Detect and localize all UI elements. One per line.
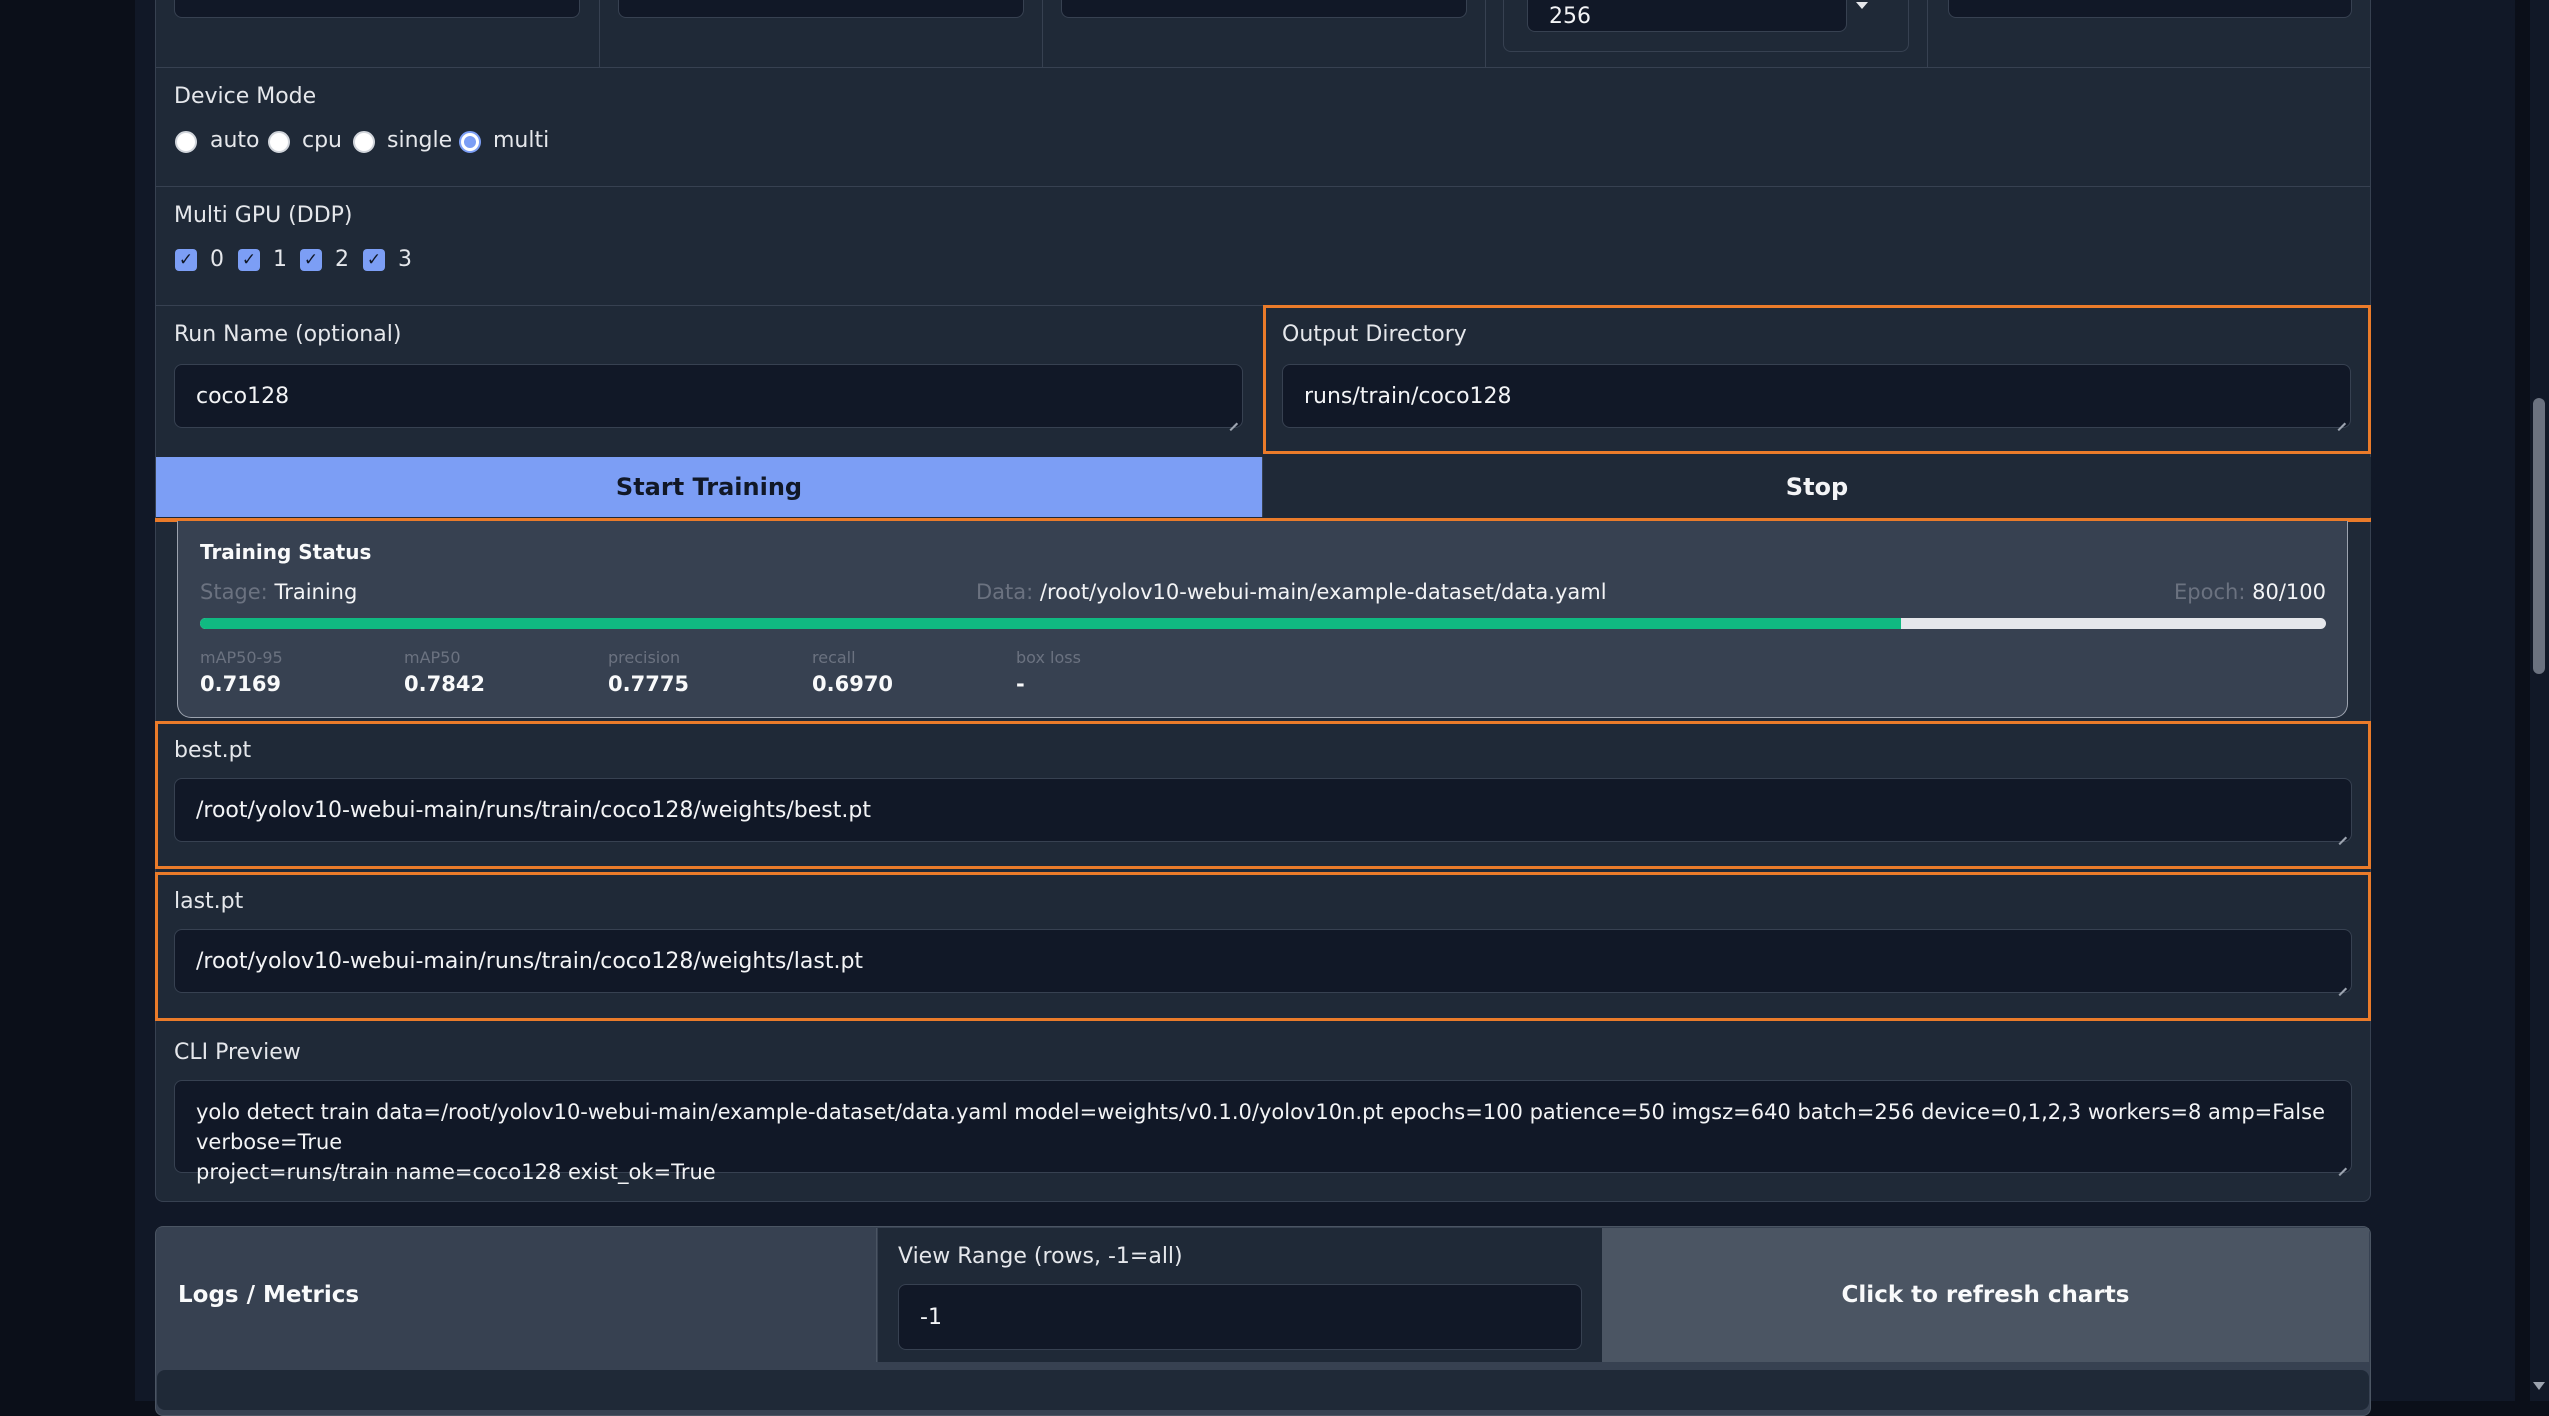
resize-handle-icon[interactable] [2337, 979, 2347, 989]
run-name-input[interactable]: coco128 [174, 364, 1243, 428]
metric-value: - [1016, 672, 1025, 696]
stage-label: Stage: [200, 580, 268, 604]
last-pt-input[interactable]: /root/yolov10-webui-main/runs/train/coco… [174, 929, 2352, 993]
radio-multi[interactable] [459, 131, 481, 153]
col-divider [1042, 0, 1043, 67]
gpu-2-checkbox[interactable]: ✓ [300, 249, 322, 271]
resize-handle-icon[interactable] [1228, 414, 1238, 424]
stop-button[interactable]: Stop [1262, 457, 2371, 517]
col-divider [1927, 0, 1928, 67]
view-range-value: -1 [920, 1304, 942, 1330]
gpu-1-checkbox[interactable]: ✓ [238, 249, 260, 271]
progress-fill [200, 618, 1901, 629]
training-status-title: Training Status [200, 540, 372, 564]
gpu-3-checkbox[interactable]: ✓ [363, 249, 385, 271]
refresh-charts-button[interactable]: Click to refresh charts [1602, 1228, 2369, 1362]
view-range-input[interactable]: -1 [898, 1284, 1582, 1350]
resize-handle-icon[interactable] [2336, 414, 2346, 424]
scrollbar-thumb[interactable] [2533, 398, 2545, 674]
last-pt-label: last.pt [174, 889, 244, 914]
metric-label: recall [812, 648, 856, 667]
metric-label: box loss [1016, 648, 1081, 667]
radio-auto-label: auto [210, 128, 260, 153]
radio-single-label: single [387, 128, 453, 153]
last-pt-value: /root/yolov10-webui-main/runs/train/coco… [196, 948, 864, 974]
data-value: /root/yolov10-webui-main/example-dataset… [1039, 580, 1607, 604]
epoch-value: 80/100 [2252, 580, 2326, 604]
best-pt-value: /root/yolov10-webui-main/runs/train/coco… [196, 797, 871, 823]
output-directory-label: Output Directory [1282, 322, 1467, 347]
metric-value: 0.7842 [404, 672, 486, 696]
gpu-1-label: 1 [273, 247, 287, 272]
cli-preview-line: project=runs/train name=coco128 exist_ok… [196, 1160, 716, 1184]
epoch-label: Epoch: [2174, 580, 2246, 604]
data-row: Data: /root/yolov10-webui-main/example-d… [976, 580, 1607, 604]
divider [155, 67, 2371, 68]
metric-label: precision [608, 648, 681, 667]
logs-title-cell: Logs / Metrics [157, 1228, 877, 1362]
epoch-row: Epoch: 80/100 [2174, 580, 2326, 604]
run-name-value: coco128 [196, 383, 290, 409]
metric-value: 0.7775 [608, 672, 690, 696]
view-range-label: View Range (rows, -1=all) [898, 1244, 1183, 1269]
resize-handle-icon[interactable] [2337, 828, 2347, 838]
cli-preview-line: yolo detect train data=/root/yolov10-web… [196, 1100, 2325, 1154]
batch-dropdown[interactable]: 256 [1527, 0, 1847, 32]
divider [155, 186, 2371, 187]
best-pt-label: best.pt [174, 738, 252, 763]
col-divider [1485, 0, 1486, 67]
col-divider [599, 0, 600, 67]
cli-preview-textarea[interactable]: yolo detect train data=/root/yolov10-web… [174, 1080, 2352, 1184]
radio-auto[interactable] [175, 131, 197, 153]
resize-handle-icon[interactable] [2337, 1159, 2347, 1169]
gpu-0-label: 0 [210, 247, 224, 272]
top-input-2[interactable] [618, 0, 1024, 18]
stage-value: Training [274, 580, 358, 604]
radio-multi-label: multi [493, 128, 550, 153]
scroll-down-arrow-icon[interactable] [2533, 1382, 2545, 1390]
top-input-3[interactable] [1061, 0, 1467, 18]
radio-cpu[interactable] [268, 131, 290, 153]
progress-bar [200, 618, 2326, 629]
gpu-3-label: 3 [398, 247, 412, 272]
device-mode-label: Device Mode [174, 84, 317, 109]
logs-content-area [157, 1370, 2369, 1410]
chevron-down-icon[interactable] [1856, 2, 1868, 9]
scrollbar-track[interactable] [2530, 0, 2549, 1401]
output-directory-input[interactable]: runs/train/coco128 [1282, 364, 2351, 428]
radio-single[interactable] [353, 131, 375, 153]
metric-value: 0.6970 [812, 672, 894, 696]
metric-value: 0.7169 [200, 672, 282, 696]
batch-value: 256 [1549, 3, 1591, 29]
metric-label: mAP50-95 [200, 648, 283, 667]
cli-preview-label: CLI Preview [174, 1040, 301, 1065]
top-input-1[interactable] [174, 0, 580, 18]
gpu-2-label: 2 [335, 247, 349, 272]
radio-cpu-label: cpu [302, 128, 343, 153]
gpu-0-checkbox[interactable]: ✓ [175, 249, 197, 271]
top-input-5[interactable] [1948, 0, 2352, 18]
logs-title: Logs / Metrics [178, 1282, 360, 1308]
best-pt-input[interactable]: /root/yolov10-webui-main/runs/train/coco… [174, 778, 2352, 842]
output-directory-value: runs/train/coco128 [1304, 383, 1512, 409]
data-label: Data: [976, 580, 1034, 604]
start-training-button[interactable]: Start Training [156, 457, 1262, 517]
run-name-label: Run Name (optional) [174, 322, 402, 347]
metric-label: mAP50 [404, 648, 461, 667]
stage-row: Stage: Training [200, 580, 357, 604]
multi-gpu-label: Multi GPU (DDP) [174, 203, 353, 228]
